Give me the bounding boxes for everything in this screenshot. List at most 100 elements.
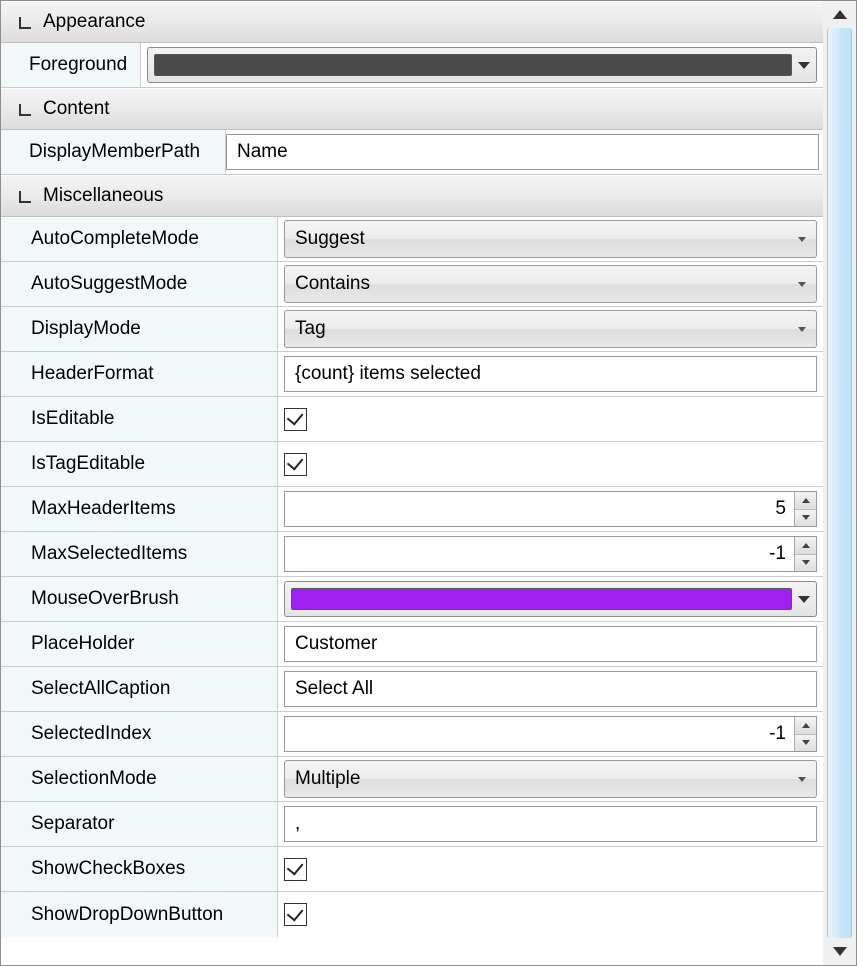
label-separator: Separator	[31, 813, 114, 835]
label-placeholder: PlaceHolder	[31, 633, 135, 655]
row-maxheaderitems: MaxHeaderItems	[1, 487, 823, 532]
row-displaymode: DisplayMode Tag	[1, 307, 823, 352]
value-foreground	[141, 43, 823, 88]
maxselecteditems-spinner[interactable]	[284, 536, 817, 572]
selectedindex-input[interactable]	[285, 717, 794, 751]
iseditable-checkbox[interactable]	[284, 408, 307, 431]
property-grid: Appearance Foreground Content DisplayMem…	[0, 0, 857, 966]
chevron-down-icon	[798, 282, 806, 287]
label-autocompletemode: AutoCompleteMode	[31, 228, 199, 250]
chevron-down-icon	[798, 596, 810, 603]
category-appearance[interactable]: Appearance	[1, 1, 823, 43]
row-headerformat: HeaderFormat	[1, 352, 823, 397]
row-showdropdownbutton: ShowDropDownButton	[1, 892, 823, 937]
maxheaderitems-spinner[interactable]	[284, 491, 817, 527]
headerformat-input[interactable]	[284, 356, 817, 392]
label-mouseoverbrush: MouseOverBrush	[31, 588, 179, 610]
chevron-up-icon	[833, 10, 847, 19]
autosuggestmode-combo[interactable]: Contains	[284, 265, 817, 303]
showdropdownbutton-checkbox[interactable]	[284, 903, 307, 926]
label-showdropdownbutton: ShowDropDownButton	[31, 904, 223, 926]
chevron-up-icon	[802, 543, 810, 548]
label-headerformat: HeaderFormat	[31, 363, 154, 385]
collapse-icon[interactable]	[19, 15, 33, 29]
spinner-buttons[interactable]	[794, 537, 816, 571]
category-content[interactable]: Content	[1, 88, 823, 130]
check-icon	[286, 408, 303, 425]
mouseoverbrush-dropdown[interactable]	[284, 581, 817, 617]
foreground-swatch	[154, 54, 792, 76]
chevron-down-icon	[798, 327, 806, 332]
row-selectedindex: SelectedIndex	[1, 712, 823, 757]
row-istageditable: IsTagEditable	[1, 442, 823, 487]
separator-input[interactable]	[284, 806, 817, 842]
check-icon	[286, 904, 303, 921]
vertical-scrollbar[interactable]	[823, 1, 856, 965]
combo-value: Multiple	[295, 768, 360, 790]
spinner-buttons[interactable]	[794, 492, 816, 526]
combo-value: Contains	[295, 273, 370, 295]
collapse-icon[interactable]	[19, 102, 33, 116]
chevron-down-icon	[798, 62, 810, 69]
label-selectedindex: SelectedIndex	[31, 723, 151, 745]
mouseoverbrush-swatch	[291, 588, 792, 610]
scrollbar-thumb[interactable]	[827, 28, 852, 938]
maxselecteditems-input[interactable]	[285, 537, 794, 571]
chevron-down-icon	[833, 947, 847, 956]
spinner-buttons[interactable]	[794, 717, 816, 751]
chevron-up-icon	[802, 498, 810, 503]
row-autocompletemode: AutoCompleteMode Suggest	[1, 217, 823, 262]
label-foreground: Foreground	[1, 43, 141, 88]
check-icon	[286, 453, 303, 470]
label-iseditable: IsEditable	[31, 408, 114, 430]
maxheaderitems-input[interactable]	[285, 492, 794, 526]
chevron-down-icon	[802, 560, 810, 565]
chevron-down-icon	[798, 777, 806, 782]
showcheckboxes-checkbox[interactable]	[284, 858, 307, 881]
label-maxheaderitems: MaxHeaderItems	[31, 498, 176, 520]
foreground-dropdown[interactable]	[147, 47, 817, 83]
displaymemberpath-input[interactable]	[226, 134, 819, 170]
chevron-up-icon	[802, 723, 810, 728]
label-selectallcaption: SelectAllCaption	[31, 678, 170, 700]
category-label: Appearance	[43, 11, 145, 33]
chevron-down-icon	[798, 237, 806, 242]
scroll-down-button[interactable]	[823, 938, 856, 965]
category-miscellaneous[interactable]: Miscellaneous	[1, 175, 823, 217]
label-autosuggestmode: AutoSuggestMode	[31, 273, 187, 295]
label-selectionmode: SelectionMode	[31, 768, 157, 790]
label-displaymode: DisplayMode	[31, 318, 141, 340]
label-displaymemberpath: DisplayMemberPath	[1, 130, 226, 175]
combo-value: Tag	[295, 318, 326, 340]
check-icon	[286, 858, 303, 875]
row-foreground: Foreground	[1, 43, 823, 88]
label-maxselecteditems: MaxSelectedItems	[31, 543, 187, 565]
row-showcheckboxes: ShowCheckBoxes	[1, 847, 823, 892]
collapse-icon[interactable]	[19, 189, 33, 203]
chevron-down-icon	[802, 515, 810, 520]
row-separator: Separator	[1, 802, 823, 847]
istageditable-checkbox[interactable]	[284, 453, 307, 476]
row-mouseoverbrush: MouseOverBrush	[1, 577, 823, 622]
property-scroll-area: Appearance Foreground Content DisplayMem…	[1, 1, 823, 965]
selectedindex-spinner[interactable]	[284, 716, 817, 752]
label-istageditable: IsTagEditable	[31, 453, 145, 475]
label-showcheckboxes: ShowCheckBoxes	[31, 858, 185, 880]
combo-value: Suggest	[295, 228, 365, 250]
row-autosuggestmode: AutoSuggestMode Contains	[1, 262, 823, 307]
row-selectionmode: SelectionMode Multiple	[1, 757, 823, 802]
value-displaymemberpath	[226, 130, 823, 175]
selectallcaption-input[interactable]	[284, 671, 817, 707]
row-selectallcaption: SelectAllCaption	[1, 667, 823, 712]
autocompletemode-combo[interactable]: Suggest	[284, 220, 817, 258]
row-placeholder: PlaceHolder	[1, 622, 823, 667]
category-label: Content	[43, 98, 110, 120]
row-displaymemberpath: DisplayMemberPath	[1, 130, 823, 175]
placeholder-input[interactable]	[284, 626, 817, 662]
row-maxselecteditems: MaxSelectedItems	[1, 532, 823, 577]
displaymode-combo[interactable]: Tag	[284, 310, 817, 348]
chevron-down-icon	[802, 740, 810, 745]
scroll-up-button[interactable]	[823, 1, 856, 28]
selectionmode-combo[interactable]: Multiple	[284, 760, 817, 798]
category-label: Miscellaneous	[43, 185, 163, 207]
